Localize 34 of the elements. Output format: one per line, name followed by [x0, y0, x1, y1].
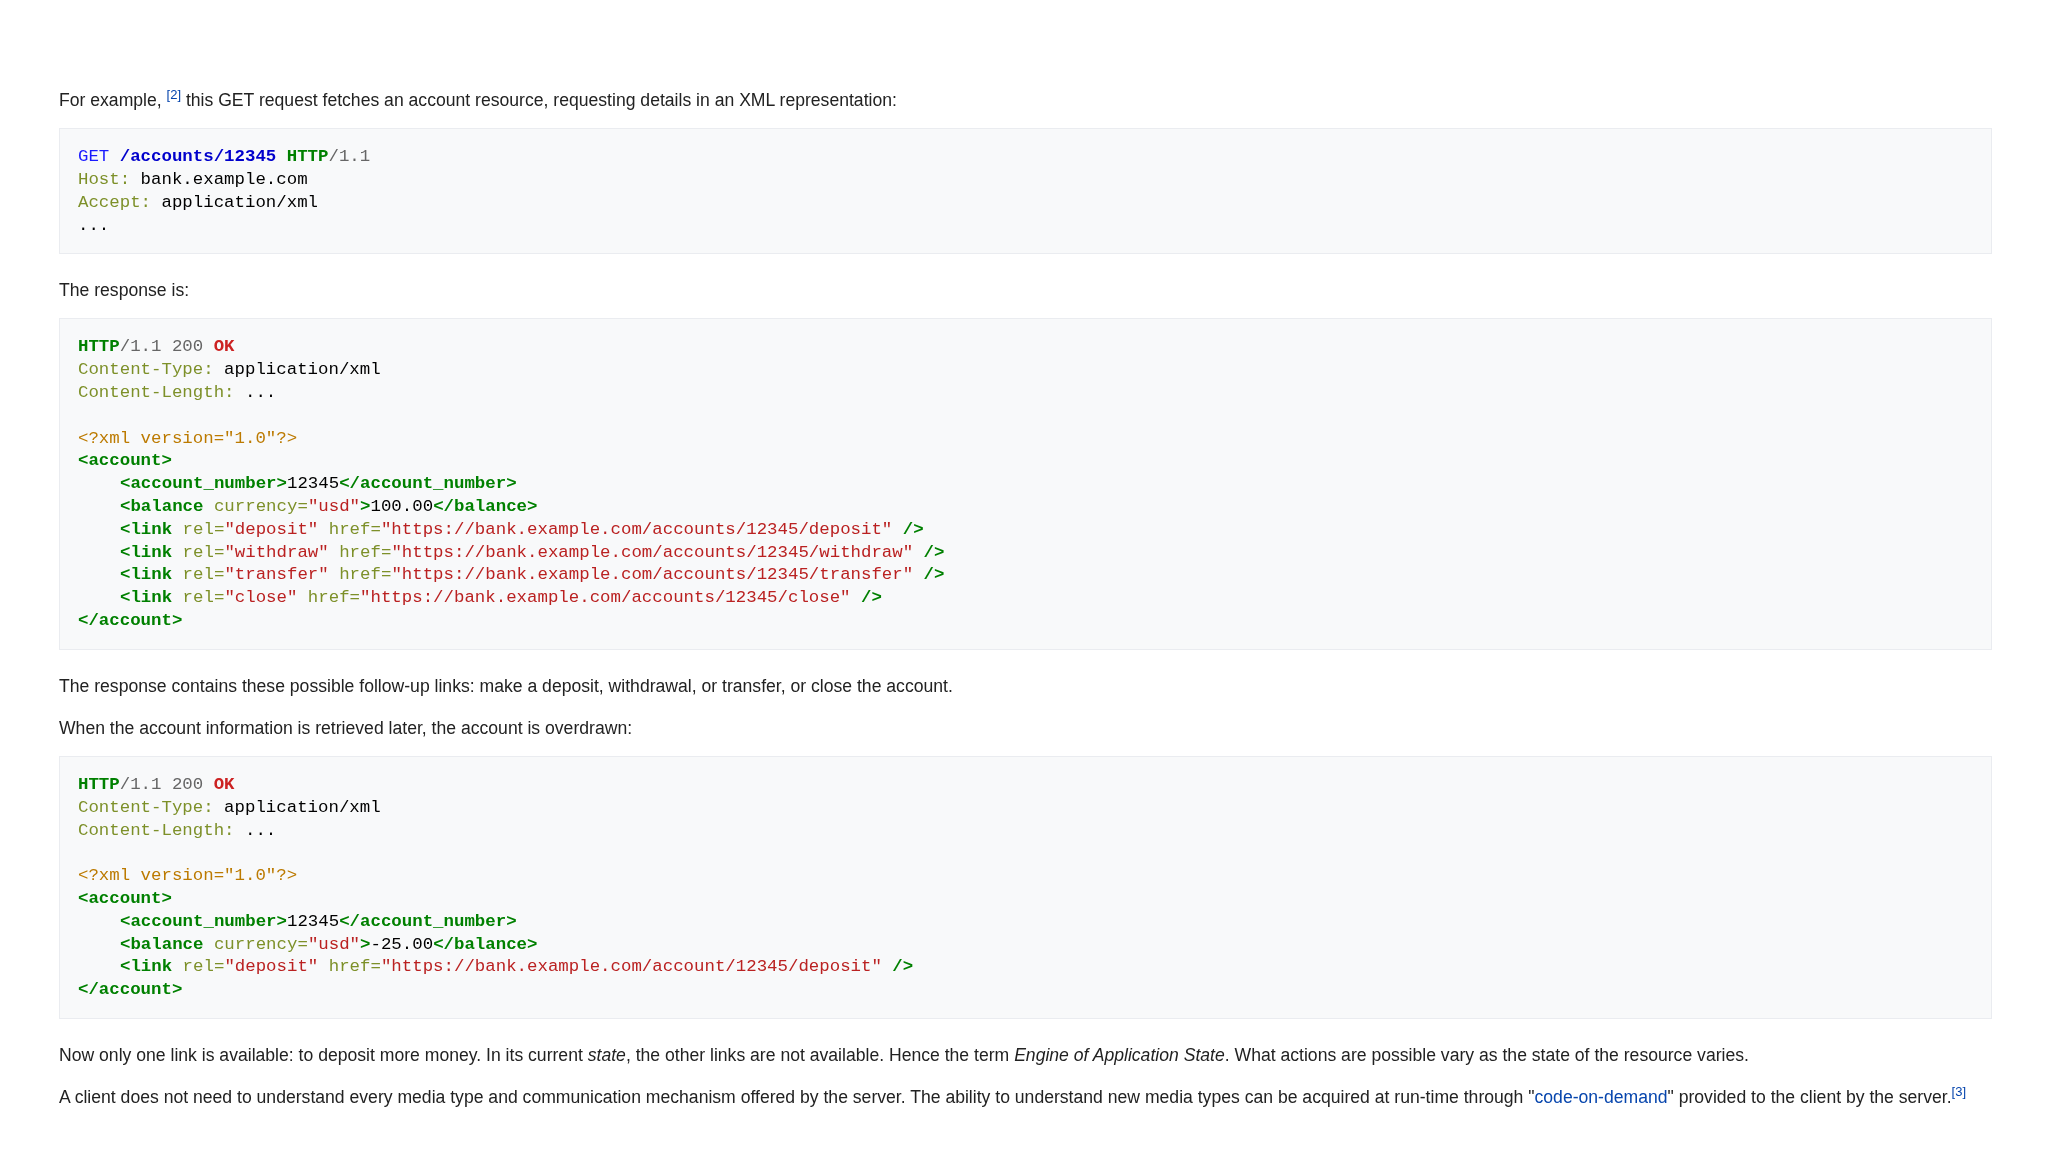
- code-line: <balance currency="usd">100.00</balance>: [119, 496, 538, 519]
- paragraph: When the account information is retrieved later, the account is overdrawn:: [59, 716, 634, 740]
- paragraph: The response contains these possible follow-up links: make a deposit, withdrawal, or transfer, or close the account.: [59, 674, 954, 698]
- code-line: <link rel="withdraw" href="https://bank.example.com/accounts/12345/withdraw" />: [119, 541, 945, 564]
- code-line: Content-Length: ...: [78, 382, 277, 405]
- code-line: Content-Length: ...: [78, 819, 277, 842]
- code-line: ...: [78, 214, 110, 237]
- code-line: <link rel="close" href="https://bank.example.com/accounts/12345/close" />: [119, 587, 882, 610]
- code-line: HTTP/1.1 200 OK: [78, 336, 235, 359]
- code-line: Content-Type: application/xml: [78, 796, 381, 819]
- code-line: <link rel="deposit" href="https://bank.example.com/account/12345/deposit" />: [119, 956, 914, 979]
- code-line: <account_number>12345</account_number>: [119, 910, 517, 933]
- code-line: <?xml version="1.0"?>: [78, 427, 298, 450]
- code-line: <link rel="transfer" href="https://bank.example.com/accounts/12345/transfer" />: [119, 564, 945, 587]
- paragraph: The response is:: [59, 279, 191, 303]
- code-line: HTTP/1.1 200 OK: [78, 774, 235, 797]
- code-line: <account_number>12345</account_number>: [119, 473, 517, 496]
- code-line: Host: bank.example.com: [78, 168, 308, 191]
- text-link[interactable]: code-on-demand: [1534, 1087, 1668, 1108]
- code-line: GET /accounts/12345 HTTP/1.1: [78, 146, 371, 169]
- paragraph: Now only one link is available: to deposit more money. In its current state, the other links are not available. Hence the term Engine of Application State. What actions are possible vary as the state of the resource varies.: [59, 1044, 1750, 1068]
- reference-link[interactable]: [2]: [166, 87, 182, 103]
- reference-link[interactable]: [3]: [1951, 1084, 1967, 1100]
- code-line: <balance currency="usd">-25.00</balance>: [119, 933, 538, 956]
- code-line: Accept: application/xml: [78, 191, 319, 214]
- code-line: <link rel="deposit" href="https://bank.example.com/accounts/12345/deposit" />: [119, 518, 924, 541]
- code-line: <account>: [78, 888, 172, 911]
- code-line: </account>: [78, 610, 183, 633]
- paragraph: A client does not need to understand every media type and communication mechanism offered by the server. The ability to understand new media types can be acquired at run-time through "code-on-demand" provided to the client by the server.$^{[3]}$: [59, 1083, 1968, 1110]
- code-line: <account>: [78, 450, 172, 473]
- code-line: </account>: [78, 979, 183, 1002]
- paragraph: For example, $^{[2]}$ this GET request fetches an account resource, requesting details in an XML representation:: [59, 86, 898, 112]
- code-line: <?xml version="1.0"?>: [78, 865, 298, 888]
- code-line: Content-Type: application/xml: [78, 359, 381, 382]
